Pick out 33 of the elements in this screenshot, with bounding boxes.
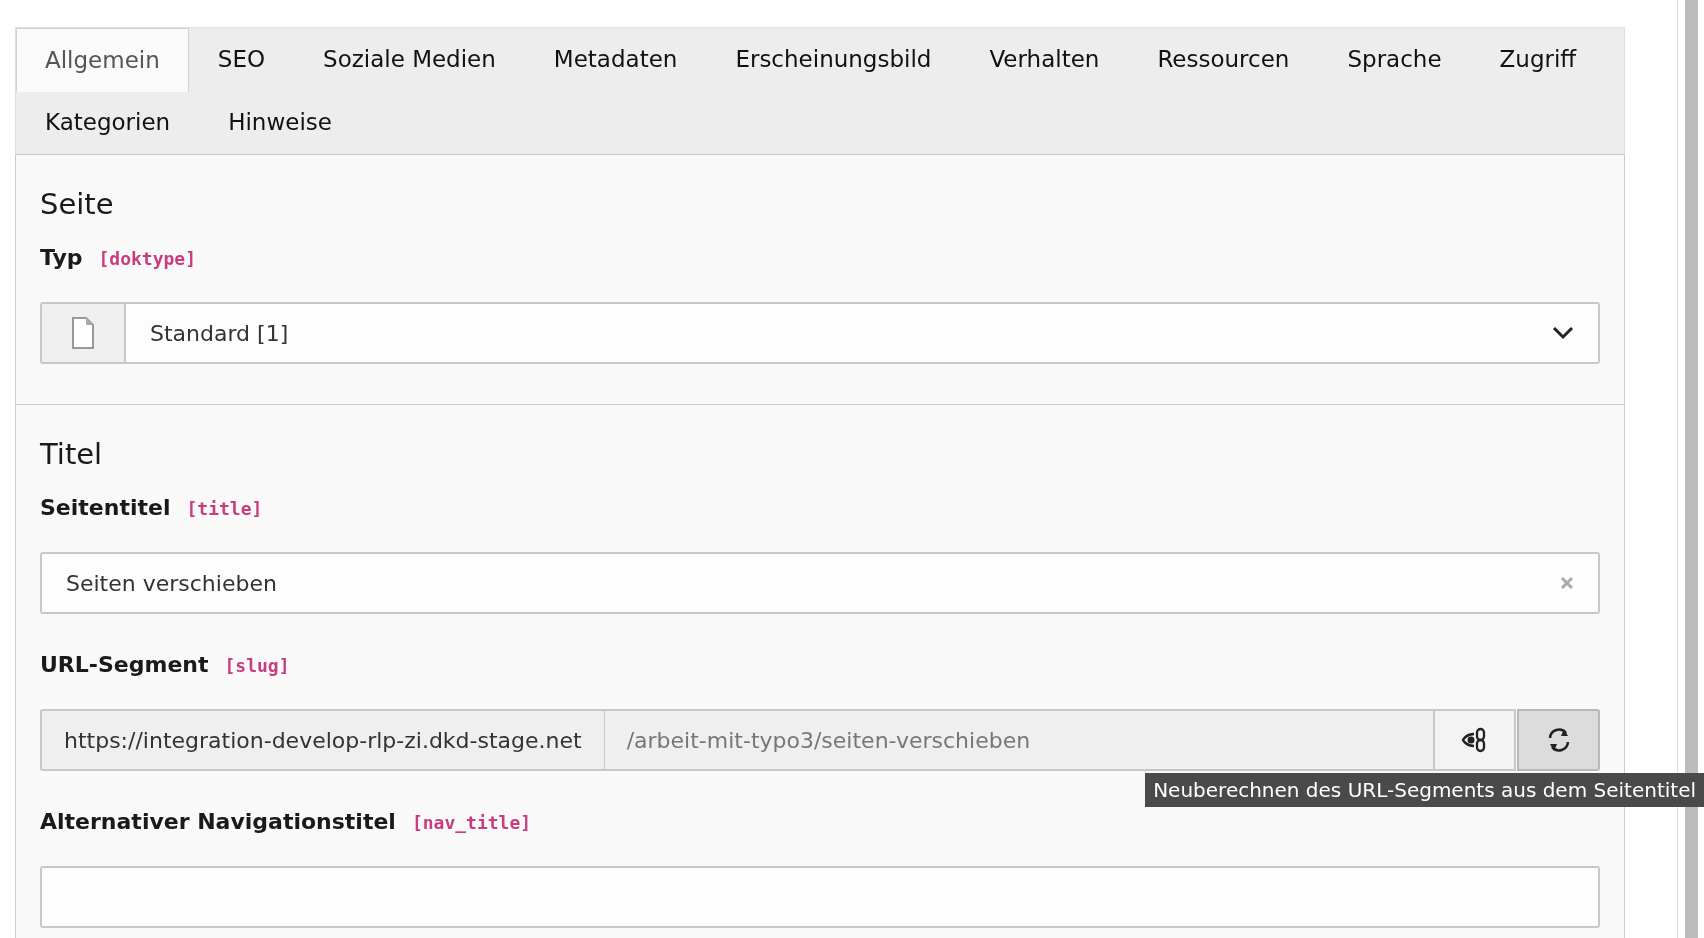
tab[interactable]: Sprache <box>1318 28 1471 91</box>
field-name: [nav_title] <box>411 811 532 835</box>
field-name: [title] <box>186 497 263 521</box>
input-value: Seiten verschieben <box>66 570 277 596</box>
text-input-field[interactable]: Seiten verschieben <box>40 552 1600 614</box>
field-label: Typ <box>40 245 83 271</box>
field-label: Seitentitel <box>40 495 171 521</box>
recalculate-button[interactable] <box>1517 709 1600 771</box>
url-segment-field[interactable]: /arbeit-mit-typo3/seiten-verschieben <box>604 709 1435 771</box>
tab[interactable]: Hinweise <box>199 91 361 154</box>
tab[interactable]: Soziale Medien <box>294 28 525 91</box>
toggle-slug-button[interactable] <box>1433 709 1516 771</box>
chevron-down-icon <box>1552 326 1574 340</box>
tab[interactable]: Ressourcen <box>1128 28 1319 91</box>
document-icon <box>71 317 95 349</box>
tab[interactable]: Metadaten <box>524 28 707 91</box>
field-name: [doktype] <box>98 247 197 271</box>
tab[interactable]: Verhalten <box>960 28 1129 91</box>
select-field[interactable]: Standard [1] <box>40 302 1600 364</box>
tab[interactable]: Zugriff <box>1470 28 1606 91</box>
tab[interactable]: Erscheinungsbild <box>706 28 961 91</box>
tab[interactable]: Kategorien <box>16 91 200 154</box>
text-input-field[interactable] <box>40 866 1600 928</box>
section-heading: Seite <box>40 187 115 221</box>
field-label: Alternativer Navigationstitel <box>40 809 396 835</box>
section-heading: Titel <box>40 437 104 471</box>
tab[interactable]: Allgemein <box>16 28 189 92</box>
field-label: URL-Segment <box>40 652 209 678</box>
tooltip: Neuberechnen des URL-Segments aus dem Seitentitel <box>1145 773 1704 807</box>
select-value: Standard [1] <box>150 320 289 346</box>
tab[interactable]: SEO <box>188 28 295 91</box>
url-prefix: https://integration-develop-rlp-zi.dkd-stage.net <box>40 709 605 771</box>
field-name: [slug] <box>224 654 290 678</box>
